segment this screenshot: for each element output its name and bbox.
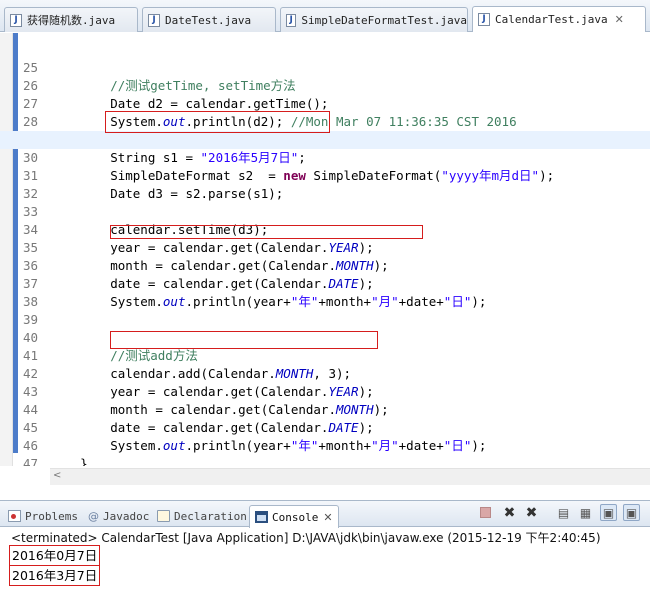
code-line: 25 //测试getTime, setTime方法 bbox=[0, 41, 650, 93]
terminate-icon[interactable] bbox=[477, 504, 494, 521]
code-line: 26 Date d2 = calendar.getTime(); bbox=[0, 59, 650, 111]
editor-tab-bar: J 获得随机数.java J DateTest.java J SimpleDat… bbox=[0, 0, 650, 32]
close-icon[interactable]: ✕ bbox=[615, 13, 624, 26]
editor-tab-label: DateTest.java bbox=[165, 13, 252, 27]
console-output[interactable]: <terminated> CalendarTest [Java Applicat… bbox=[0, 528, 650, 608]
tab-problems[interactable]: Problems bbox=[8, 505, 78, 527]
declaration-icon bbox=[157, 510, 170, 522]
tab-label: Declaration bbox=[174, 509, 247, 523]
java-file-icon: J bbox=[478, 13, 490, 26]
code-line: 45 System.out.println(year+"年"+month+"月"… bbox=[0, 401, 650, 453]
code-line: 44 date = calendar.get(Calendar.DATE); bbox=[0, 383, 650, 435]
tab-declaration[interactable]: Declaration bbox=[157, 505, 247, 527]
code-line: 46 } bbox=[0, 419, 650, 466]
editor-tab-suiji[interactable]: J 获得随机数.java bbox=[4, 7, 138, 32]
open-console-icon[interactable]: ▣ bbox=[623, 504, 640, 521]
close-icon[interactable]: ✕ bbox=[323, 511, 332, 524]
code-line: 43 month = calendar.get(Calendar.MONTH); bbox=[0, 365, 650, 417]
remove-all-icon[interactable]: ✖ bbox=[523, 504, 540, 521]
highlight-box-line-41 bbox=[110, 331, 378, 349]
code-lines: 25 //测试getTime, setTime方法 26 Date d2 = c… bbox=[0, 41, 650, 466]
code-line: 42 year = calendar.get(Calendar.YEAR); bbox=[0, 347, 650, 399]
code-line: 40 //测试add方法 bbox=[0, 311, 650, 363]
editor-tab-label: 获得随机数.java bbox=[27, 14, 116, 27]
console-output-line: 2016年0月7日 bbox=[9, 545, 101, 566]
scroll-lock-icon[interactable]: ▤ bbox=[555, 504, 572, 521]
console-view-tab-bar: Problems @ Javadoc Declaration Console ✕ bbox=[0, 500, 650, 528]
code-line: 31 Date d3 = s2.parse(s1); bbox=[0, 149, 650, 201]
terminated-status-line: <terminated> CalendarTest [Java Applicat… bbox=[11, 531, 601, 545]
console-output-line: 2016年3月7日 bbox=[9, 565, 101, 586]
horizontal-scrollbar[interactable]: < bbox=[50, 468, 650, 485]
code-line: 27 System.out.println(d2); //Mon Mar 07 … bbox=[0, 77, 650, 129]
java-file-icon: J bbox=[286, 13, 297, 27]
editor-tab-calendartest[interactable]: J CalendarTest.java ✕ bbox=[472, 6, 646, 32]
tab-label: Console bbox=[272, 510, 319, 524]
code-line: 39 bbox=[0, 293, 650, 327]
editor-tab-simpledateformattest[interactable]: J SimpleDateFormatTest.java bbox=[280, 7, 468, 32]
editor-tab-label: SimpleDateFormatTest.java bbox=[301, 13, 467, 27]
remove-launch-icon[interactable]: ✖ bbox=[501, 504, 518, 521]
tab-javadoc[interactable]: @ Javadoc bbox=[88, 505, 149, 527]
code-line: 47 } bbox=[0, 437, 650, 466]
java-file-icon: J bbox=[10, 13, 22, 27]
scroll-left-icon[interactable]: < bbox=[53, 470, 61, 481]
code-line: 48 bbox=[0, 455, 650, 466]
tab-console[interactable]: Console ✕ bbox=[249, 505, 339, 528]
highlight-box-line-35 bbox=[110, 225, 423, 239]
code-line: 36 date = calendar.get(Calendar.DATE); bbox=[0, 239, 650, 291]
code-editor[interactable]: 25 //测试getTime, setTime方法 26 Date d2 = c… bbox=[0, 33, 650, 466]
console-icon bbox=[255, 511, 268, 523]
editor-tab-label: CalendarTest.java bbox=[495, 13, 608, 26]
code-line: 37 System.out.println(year+"年"+month+"月"… bbox=[0, 257, 650, 309]
tab-label: Problems bbox=[25, 509, 78, 523]
java-file-icon: J bbox=[148, 13, 160, 27]
code-line: 33 calendar.setTime(d3); bbox=[0, 185, 650, 237]
tab-label: Javadoc bbox=[103, 509, 150, 523]
display-selected-console-icon[interactable]: ▣ bbox=[600, 504, 617, 521]
pin-console-icon[interactable]: ▦ bbox=[577, 504, 594, 521]
code-line: 32 bbox=[0, 167, 650, 201]
code-line-current: 30 SimpleDateFormat s2 = new SimpleDateF… bbox=[0, 131, 650, 183]
highlight-box-line-29 bbox=[105, 111, 330, 133]
code-line: 38 bbox=[0, 275, 650, 309]
editor-tab-datetest[interactable]: J DateTest.java bbox=[142, 7, 276, 32]
code-line: 34 year = calendar.get(Calendar.YEAR); bbox=[0, 203, 650, 255]
at-icon: @ bbox=[88, 509, 99, 523]
problems-icon bbox=[8, 510, 21, 522]
